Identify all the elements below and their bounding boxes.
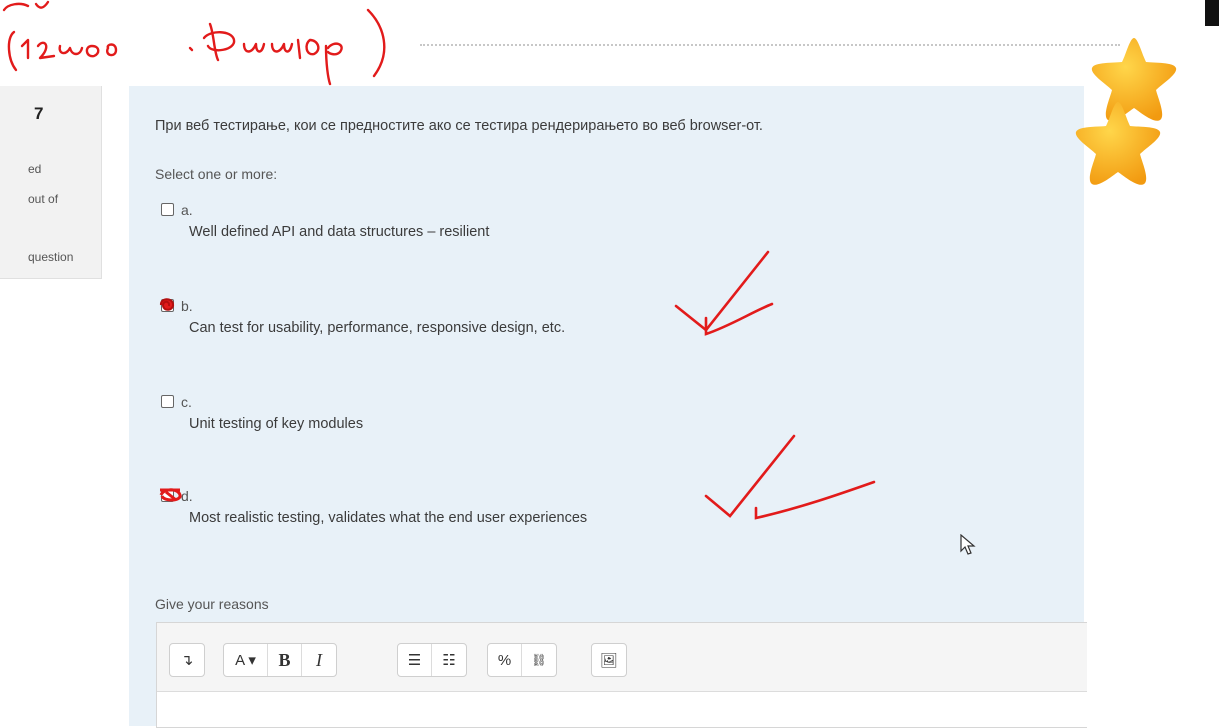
checkmark-d [704,434,796,518]
checkmark-d-underline [754,480,876,520]
star-icon [1075,102,1161,185]
checkmark-b [674,250,770,332]
handwritten-checkmarks [674,250,876,520]
mouse-cursor-icon [960,534,976,555]
